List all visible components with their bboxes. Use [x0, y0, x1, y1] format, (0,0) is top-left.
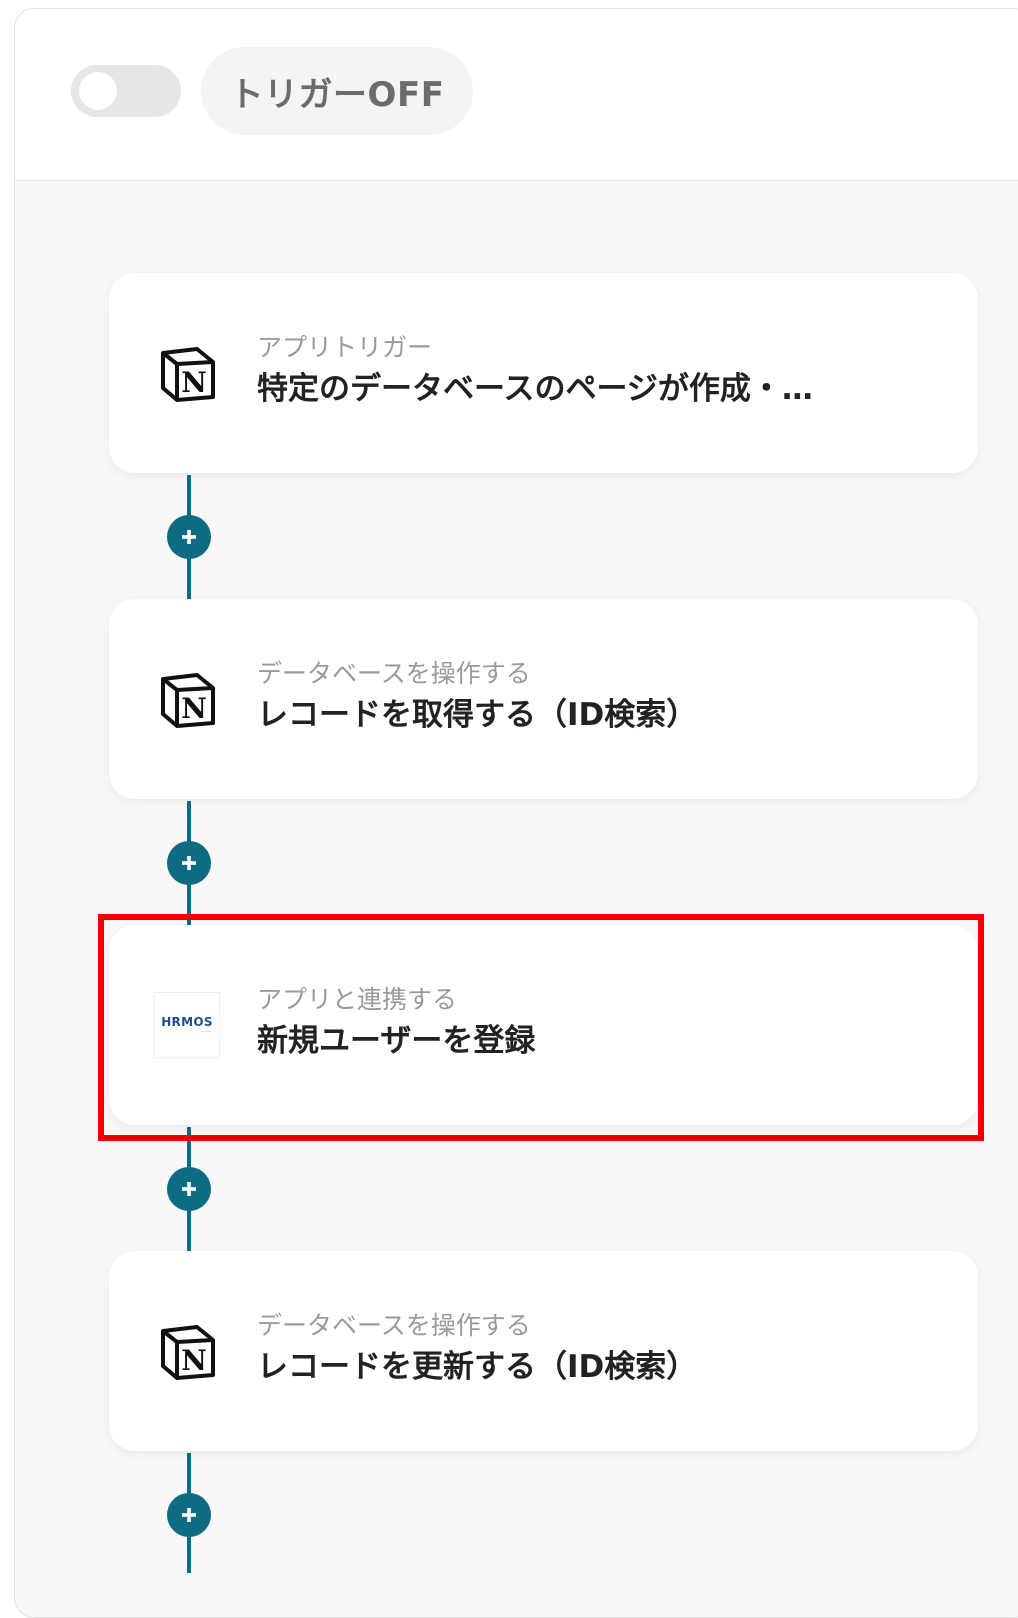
hrmos-icon: HRMOS —— [153, 991, 221, 1059]
flow-header: トリガーOFF [15, 9, 1018, 181]
toggle-knob [79, 72, 117, 110]
step-title: 特定のデータベースのページが作成・… [257, 371, 813, 407]
add-step-button[interactable] [167, 515, 211, 559]
step-title: レコードを取得する（ID検索） [257, 697, 698, 733]
trigger-status-label: トリガーOFF [201, 47, 473, 135]
flow-step-1[interactable]: N アプリトリガー 特定のデータベースのページが作成・… [109, 273, 978, 473]
plus-icon [182, 1182, 196, 1196]
notion-icon: N [153, 1317, 221, 1385]
flow-step-2[interactable]: N データベースを操作する レコードを取得する（ID検索） [109, 599, 978, 799]
add-step-button[interactable] [167, 1167, 211, 1211]
step-title: 新規ユーザーを登録 [257, 1023, 536, 1059]
add-step-button[interactable] [167, 1493, 211, 1537]
notion-icon: N [153, 665, 221, 733]
flow-step-4[interactable]: N データベースを操作する レコードを更新する（ID検索） [109, 1251, 978, 1451]
hrmos-logo: HRMOS —— [154, 992, 220, 1058]
svg-text:N: N [181, 692, 207, 725]
flow-step-3[interactable]: HRMOS —— アプリと連携する 新規ユーザーを登録 [109, 925, 978, 1125]
plus-icon [182, 530, 196, 544]
trigger-toggle[interactable] [71, 65, 181, 117]
step-type-label: アプリと連携する [257, 985, 458, 1014]
step-title: レコードを更新する（ID検索） [257, 1349, 698, 1385]
flow-panel: トリガーOFF N アプリトリガー 特定のデータベースのページが作成・… N デ… [14, 8, 1018, 1618]
add-step-button[interactable] [167, 841, 211, 885]
plus-icon [182, 856, 196, 870]
step-type-label: データベースを操作する [257, 1311, 531, 1340]
step-type-label: データベースを操作する [257, 659, 531, 688]
step-type-label: アプリトリガー [257, 333, 433, 362]
notion-icon: N [153, 339, 221, 407]
svg-text:N: N [181, 1344, 207, 1377]
svg-text:N: N [181, 366, 207, 399]
hrmos-logo-text: HRMOS [161, 1015, 213, 1029]
plus-icon [182, 1508, 196, 1522]
